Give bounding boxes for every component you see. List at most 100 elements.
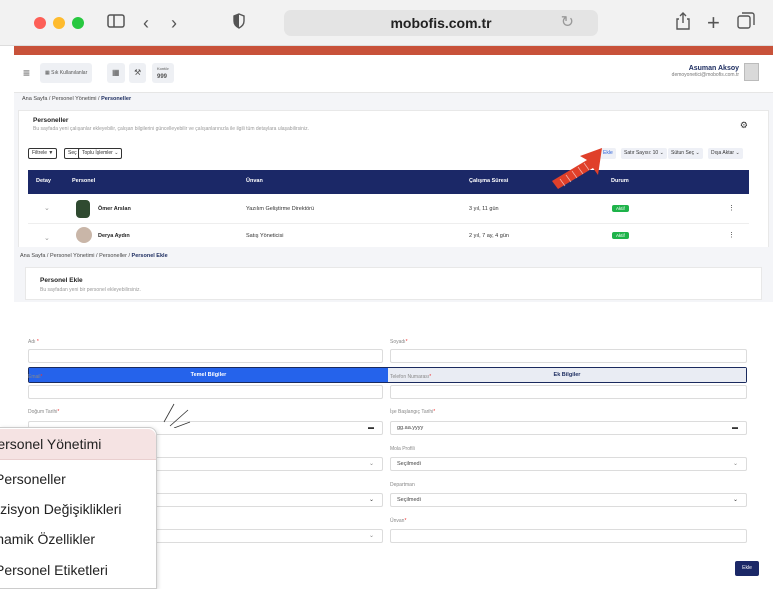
- position-field[interactable]: [390, 529, 747, 543]
- menu-item-personnel-tags[interactable]: Personel Etiketleri: [0, 555, 156, 586]
- menu-item-personnel-mgmt[interactable]: Personel Yönetimi: [0, 429, 156, 460]
- chevron-down-icon[interactable]: ⌄: [44, 204, 50, 212]
- start-date-placeholder: gg.aa.yyyy: [397, 425, 424, 431]
- calendar-icon[interactable]: ▦: [107, 63, 125, 83]
- privacy-shield-icon[interactable]: [233, 12, 245, 34]
- phone-field[interactable]: [390, 385, 747, 399]
- email-field[interactable]: [28, 385, 383, 399]
- status-badge: Aktif: [612, 232, 629, 239]
- chevron-down-icon[interactable]: ⌄: [44, 234, 50, 242]
- page-title: Personeller: [33, 117, 69, 124]
- email-label-text: Email: [28, 374, 41, 380]
- col-status[interactable]: Durum: [611, 178, 629, 184]
- share-icon[interactable]: [676, 12, 690, 35]
- shift-select[interactable]: Seçilmedi ⌄: [390, 457, 747, 471]
- minimize-window-button[interactable]: [53, 17, 65, 29]
- menu-item-personnel[interactable]: Personeller: [0, 464, 156, 495]
- shift-label: Mola Profili: [390, 446, 415, 452]
- header-card: Personel Ekle Bu sayfadan yeni bir perso…: [25, 267, 762, 300]
- tabs-icon[interactable]: [737, 12, 755, 35]
- page-subtitle: Bu sayfada yeni çalışanlar ekleyebilir, …: [33, 126, 309, 132]
- personnel-name[interactable]: Derya Aydın: [98, 233, 130, 239]
- bulk-actions-button[interactable]: Toplu İşlemler ⌄: [78, 148, 123, 159]
- chevron-down-icon[interactable]: ⌄: [369, 494, 374, 506]
- breadcrumb-personnel-mgmt[interactable]: Personel Yönetimi: [50, 253, 95, 259]
- user-email: demoyonetici@mobofis.com.tr: [671, 72, 739, 78]
- app-topbar: ≡ ▦ Sık Kullanılanlar ▦ ⚒ Kontör 999 Asu…: [14, 55, 773, 93]
- gear-icon[interactable]: ⚙: [740, 120, 748, 131]
- shift-label-text: Mola Profili: [390, 446, 415, 452]
- calendar-icon[interactable]: ▬: [368, 422, 374, 434]
- chevron-down-icon[interactable]: ⌄: [369, 530, 374, 542]
- favorites-button[interactable]: ▦ Sık Kullanılanlar: [40, 63, 93, 83]
- tab-basic-info[interactable]: Temel Bilgiler: [29, 368, 388, 382]
- export-button[interactable]: Dışa Aktar ⌄: [708, 148, 743, 159]
- breadcrumb-home[interactable]: Ana Sayfa: [20, 253, 45, 259]
- department-select[interactable]: Seçilmedi ⌄: [390, 493, 747, 507]
- close-window-button[interactable]: [34, 17, 46, 29]
- filter-button[interactable]: Filtrele ▼: [28, 148, 58, 159]
- menu-item-position-changes[interactable]: Pozisyon Değişiklikleri: [0, 494, 156, 525]
- chevron-down-icon[interactable]: ⌄: [369, 458, 374, 470]
- page-title: Personel Ekle: [40, 277, 83, 284]
- department-select-value: Seçilmedi: [397, 497, 421, 503]
- breadcrumb-current: Personel Ekle: [131, 253, 168, 259]
- credit-button[interactable]: Kontör 999: [152, 63, 174, 83]
- submit-button[interactable]: Ekle: [735, 561, 759, 576]
- breadcrumb-current: Personeller: [101, 96, 132, 102]
- more-icon[interactable]: ⋮: [728, 204, 735, 212]
- address-bar[interactable]: mobofis.com.tr ↻: [284, 10, 598, 36]
- col-detail: Detay: [36, 178, 51, 184]
- surname-field[interactable]: [390, 349, 747, 363]
- plus-icon[interactable]: +: [707, 12, 720, 34]
- maximize-window-button[interactable]: [72, 17, 84, 29]
- avatar: [76, 200, 90, 218]
- birth-label: Doğum Tarihi*: [28, 409, 60, 415]
- shift-select-value: Seçilmedi: [397, 461, 421, 467]
- breadcrumb-personnel-mgmt[interactable]: Personel Yönetimi: [52, 96, 97, 102]
- start-date-field[interactable]: gg.aa.yyyy ▬: [390, 421, 747, 435]
- personnel-title: Yazılım Geliştirme Direktörü: [246, 206, 315, 212]
- emphasis-marks-icon: [163, 403, 191, 428]
- user-info[interactable]: Asuman Aksoy demoyonetici@mobofis.com.tr: [672, 65, 739, 78]
- phone-label: Telefon Numarası*: [390, 374, 432, 380]
- breadcrumb-personnel[interactable]: Personeller: [99, 253, 127, 259]
- name-label: Adı *: [28, 339, 39, 345]
- breadcrumb: Ana Sayfa / Personel Yönetimi / Personel…: [20, 253, 168, 259]
- surname-label: Soyadı*: [390, 339, 408, 345]
- avatar[interactable]: [744, 63, 759, 81]
- table-row[interactable]: ⌄ Derya Aydın Satış Yöneticisi 2 yıl, 7 …: [28, 224, 749, 248]
- chevron-down-icon[interactable]: ⌄: [733, 494, 738, 506]
- credit-value: 999: [157, 74, 168, 80]
- col-duration[interactable]: Çalışma Süresi: [469, 178, 508, 184]
- brand-bar: [14, 46, 773, 55]
- wrench-icon[interactable]: ⚒: [129, 63, 147, 83]
- personnel-duration: 2 yıl, 7 ay, 4 gün: [469, 233, 509, 239]
- more-icon[interactable]: ⋮: [728, 231, 735, 239]
- hamburger-menu-icon[interactable]: ≡: [23, 66, 30, 80]
- column-select-button[interactable]: Sütun Seç ⌄: [668, 148, 703, 159]
- chevron-right-icon[interactable]: ›: [171, 12, 177, 34]
- name-field[interactable]: [28, 349, 383, 363]
- start-label: İşe Başlangıç Tarihi*: [390, 409, 436, 415]
- table-row[interactable]: ⌄ Ömer Arslan Yazılım Geliştirme Direktö…: [28, 194, 749, 224]
- tab-extra-info[interactable]: Ek Bilgiler: [388, 368, 746, 382]
- breadcrumb: Ana Sayfa / Personel Yönetimi / Personel…: [22, 96, 132, 102]
- sidebar-icon[interactable]: [107, 12, 125, 34]
- rows-per-page-button[interactable]: Satır Sayısı: 10 ⌄: [621, 148, 667, 159]
- form-tabs: Temel Bilgiler Ek Bilgiler: [28, 367, 747, 383]
- col-title[interactable]: Ünvan: [246, 178, 263, 184]
- calendar-icon[interactable]: ▬: [732, 422, 738, 434]
- page-subtitle: Bu sayfadan yeni bir personel ekleyebili…: [40, 287, 141, 293]
- chevron-down-icon[interactable]: ⌄: [733, 458, 738, 470]
- personnel-name[interactable]: Ömer Arslan: [98, 206, 131, 212]
- chevron-left-icon[interactable]: ‹: [143, 12, 149, 34]
- menu-item-dynamic-attributes[interactable]: Dinamik Özellikler: [0, 524, 156, 555]
- breadcrumb-home[interactable]: Ana Sayfa: [22, 96, 47, 102]
- reload-icon[interactable]: ↻: [561, 10, 574, 36]
- birth-label-text: Doğum Tarihi: [28, 409, 58, 415]
- name-label-text: Adı: [28, 339, 36, 345]
- url-text: mobofis.com.tr: [390, 15, 492, 31]
- avatar: [76, 227, 92, 243]
- col-personnel[interactable]: Personel: [72, 178, 95, 184]
